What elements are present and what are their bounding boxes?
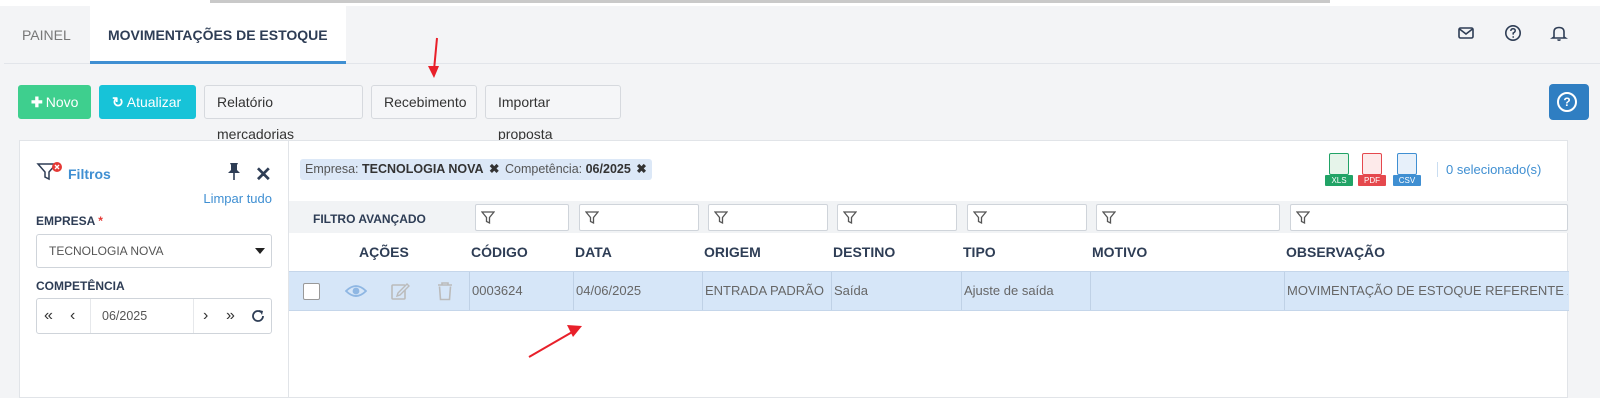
report-button[interactable]: Relatório mercadorias	[204, 85, 363, 142]
pdf-tag: PDF	[1358, 175, 1386, 186]
tab-bar: PAINEL MOVIMENTAÇÕES DE ESTOQUE	[4, 6, 1600, 64]
eye-icon[interactable]	[345, 283, 367, 299]
empresa-select[interactable]: TECNOLOGIA NOVA	[36, 234, 272, 268]
help-icon: ?	[1557, 92, 1577, 112]
filters-panel: Filtros ✕ Limpar tudo EMPRESA * TECNOLOG…	[19, 140, 288, 398]
chip-empresa-value: TECNOLOGIA NOVA	[361, 162, 484, 176]
import-proposal-button[interactable]: Importar proposta	[485, 85, 621, 142]
column-header-observacao[interactable]: OBSERVAÇÃO	[1286, 244, 1385, 260]
column-header-codigo[interactable]: CÓDIGO	[471, 244, 528, 260]
chip-empresa: Empresa: TECNOLOGIA NOVA ✖	[300, 159, 505, 180]
competencia-label: COMPETÊNCIA	[36, 279, 125, 293]
tab-movimentacoes-estoque[interactable]: MOVIMENTAÇÕES DE ESTOQUE	[90, 6, 346, 64]
column-header-acoes[interactable]: AÇÕES	[359, 244, 409, 260]
column-header-origem[interactable]: ORIGEM	[704, 244, 761, 260]
empresa-label: EMPRESA *	[36, 214, 103, 228]
clear-all-link[interactable]: Limpar tudo	[203, 191, 272, 206]
tab-painel[interactable]: PAINEL	[4, 6, 89, 64]
cell-origem: ENTRADA PADRÃO	[702, 272, 831, 310]
chip-remove-icon[interactable]: ✖	[633, 162, 646, 176]
chevron-right-icon[interactable]: ›	[203, 307, 208, 325]
selected-count: 0 selecionado(s)	[1437, 162, 1541, 177]
help-button[interactable]: ?	[1549, 84, 1589, 120]
advanced-filter-label: FILTRO AVANÇADO	[313, 212, 426, 226]
close-icon[interactable]: ✕	[255, 162, 272, 187]
cell-tipo: Ajuste de saída	[961, 272, 1090, 310]
cell-data: 04/06/2025	[573, 272, 702, 310]
bell-icon[interactable]	[1550, 24, 1568, 42]
scroll-bar[interactable]	[210, 0, 1330, 3]
refresh-icon: ↻	[112, 94, 124, 110]
filter-input-destino[interactable]	[837, 204, 957, 231]
filter-input-codigo[interactable]	[475, 204, 569, 231]
cell-motivo	[1090, 272, 1284, 310]
receive-button[interactable]: Recebimento	[371, 85, 477, 119]
refresh-button-label: Atualizar	[126, 94, 182, 110]
mail-icon[interactable]	[1457, 24, 1475, 42]
funnel-icon	[481, 211, 495, 225]
export-pdf-icon[interactable]: PDF	[1358, 153, 1386, 186]
funnel-icon	[973, 211, 987, 225]
filter-input-motivo[interactable]	[1096, 204, 1280, 231]
column-header-destino[interactable]: DESTINO	[833, 244, 895, 260]
cell-destino: Saída	[831, 272, 961, 310]
row-checkbox[interactable]	[303, 283, 320, 300]
filter-clear-icon[interactable]	[36, 161, 64, 183]
advanced-filter-row: FILTRO AVANÇADO	[289, 201, 1569, 233]
chip-competencia-value: 06/2025	[585, 162, 631, 176]
cell-observacao: MOVIMENTAÇÃO DE ESTOQUE REFERENTE À NF	[1284, 272, 1568, 310]
filter-input-origem[interactable]	[708, 204, 828, 231]
column-header-tipo[interactable]: TIPO	[963, 244, 996, 260]
export-xls-icon[interactable]: XLS	[1325, 153, 1353, 186]
empresa-select-value: TECNOLOGIA NOVA	[49, 244, 164, 258]
double-chevron-left-icon[interactable]: «	[44, 307, 53, 325]
caret-down-icon	[255, 248, 265, 254]
reload-icon[interactable]	[250, 308, 266, 324]
plus-icon: ✚	[31, 94, 43, 110]
funnel-icon	[1296, 211, 1310, 225]
grid-panel: Empresa: TECNOLOGIA NOVA ✖ Competência: …	[288, 140, 1569, 398]
chip-competencia: Competência: 06/2025 ✖	[500, 159, 652, 180]
competencia-picker: « ‹ 06/2025 › »	[36, 298, 272, 334]
double-chevron-right-icon[interactable]: »	[226, 307, 235, 325]
column-header-motivo[interactable]: MOTIVO	[1092, 244, 1147, 260]
chip-remove-icon[interactable]: ✖	[486, 162, 499, 176]
competencia-input[interactable]: 06/2025	[90, 299, 194, 333]
filter-input-data[interactable]	[579, 204, 699, 231]
empresa-label-text: EMPRESA	[36, 214, 95, 228]
chip-competencia-key: Competência:	[505, 162, 583, 176]
required-marker: *	[98, 214, 103, 228]
filter-input-tipo[interactable]	[967, 204, 1087, 231]
toolbar: ✚ Novo ↻ Atualizar Relatório mercadorias R…	[0, 84, 1600, 142]
pdf-doc	[1362, 153, 1382, 175]
funnel-icon	[714, 211, 728, 225]
chip-empresa-key: Empresa:	[305, 162, 359, 176]
table-row[interactable]: 0003624 04/06/2025 ENTRADA PADRÃO Saída …	[289, 271, 1569, 311]
export-csv-icon[interactable]: CSV	[1393, 153, 1421, 186]
refresh-button[interactable]: ↻ Atualizar	[99, 85, 196, 119]
cell-codigo: 0003624	[469, 272, 573, 310]
funnel-icon	[585, 211, 599, 225]
chevron-left-icon[interactable]: ‹	[70, 307, 75, 325]
help-circle-icon[interactable]	[1504, 24, 1522, 42]
filters-title[interactable]: Filtros	[68, 166, 111, 182]
xls-doc	[1329, 153, 1349, 175]
pin-icon[interactable]	[225, 161, 243, 181]
xls-tag: XLS	[1325, 175, 1353, 186]
trash-icon[interactable]	[436, 281, 454, 301]
funnel-icon	[1102, 211, 1116, 225]
column-header-data[interactable]: DATA	[575, 244, 612, 260]
funnel-icon	[843, 211, 857, 225]
filter-input-observacao[interactable]	[1290, 204, 1568, 231]
new-button[interactable]: ✚ Novo	[18, 85, 91, 119]
csv-tag: CSV	[1393, 175, 1421, 186]
edit-icon[interactable]	[390, 281, 410, 301]
csv-doc	[1397, 153, 1417, 175]
new-button-label: Novo	[45, 94, 79, 110]
